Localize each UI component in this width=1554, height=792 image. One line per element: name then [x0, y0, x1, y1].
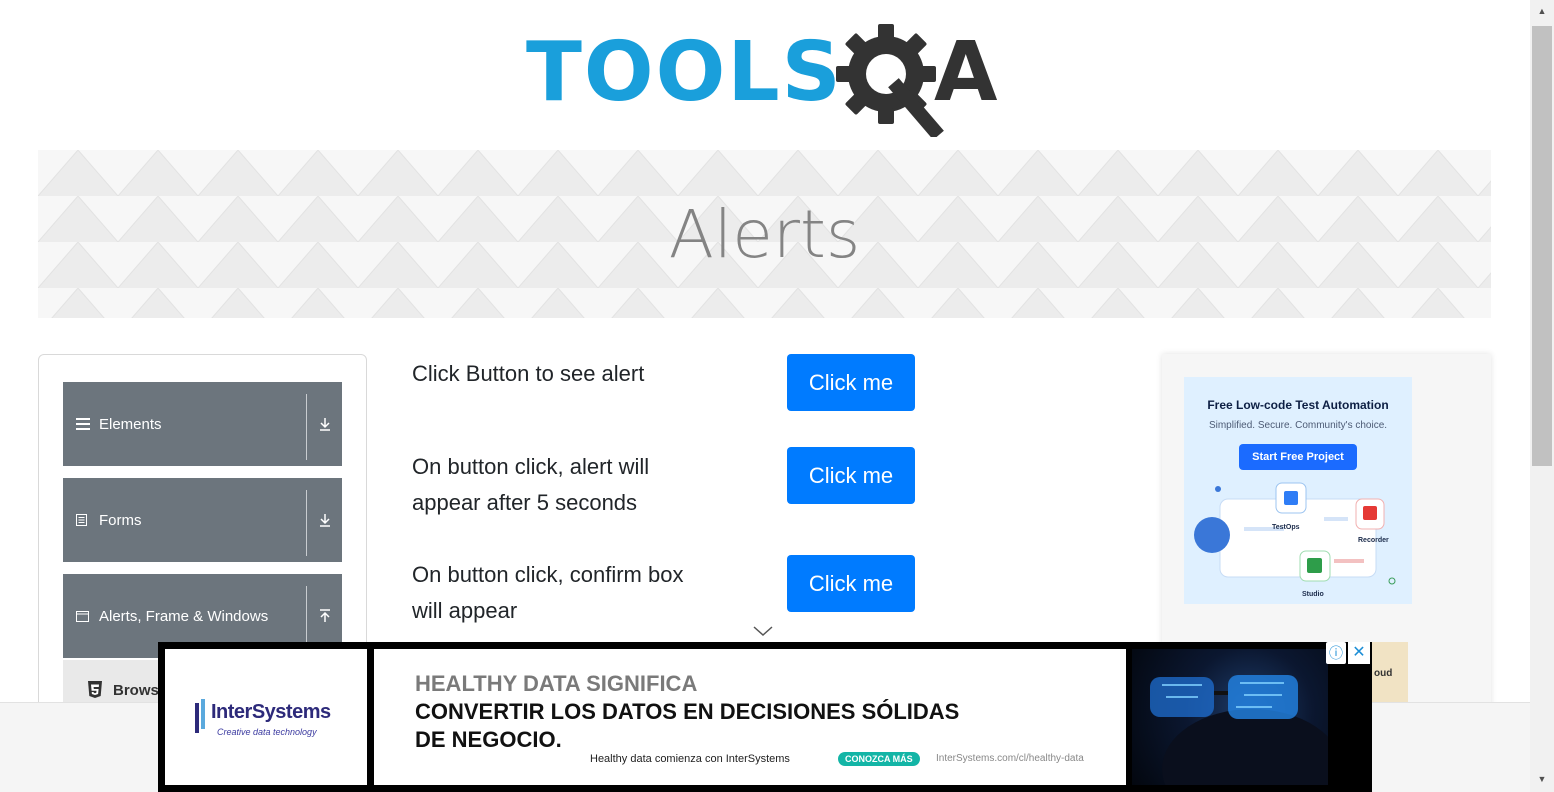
page-title: Alerts — [668, 196, 861, 273]
row-text-line: On button click, confirm box — [412, 562, 684, 587]
ad-partial-card[interactable]: oud — [1372, 642, 1408, 702]
ad-close-icon[interactable]: ✕ — [1348, 642, 1370, 664]
page: TOOLS A Alerts Elements Forms Alerts, Fr… — [0, 0, 1554, 792]
ad-headline-2: CONVERTIR LOS DATOS EN DECISIONES SÓLIDA… — [415, 699, 960, 724]
intersystems-logo-icon — [195, 699, 205, 733]
alert-description: Click Button to see alert — [412, 356, 644, 392]
confirm-description: On button click, confirm box will appear — [412, 557, 683, 629]
ad-cta-button[interactable]: CONOZCA MÁS — [838, 752, 920, 766]
ad-message[interactable]: HEALTHY DATA SIGNIFICA CONVERTIR LOS DAT… — [374, 649, 1126, 785]
ad-start-button[interactable]: Start Free Project — [1239, 444, 1357, 470]
ad-info-icon[interactable]: ⓘ — [1326, 642, 1346, 664]
scroll-down-arrow-icon[interactable]: ▼ — [1530, 770, 1554, 788]
logo-text: TOOLS — [526, 25, 843, 120]
row-text-line: will appear — [412, 598, 518, 623]
scroll-thumb[interactable] — [1532, 26, 1552, 466]
sidebar-group-elements[interactable]: Elements — [63, 382, 342, 466]
brand-name: InterSystems — [211, 701, 331, 723]
scrollbar[interactable]: ▲ ▼ — [1530, 0, 1554, 792]
ad-partial-label: oud — [1374, 668, 1393, 679]
ad-headline-3: DE NEGOCIO. — [415, 727, 562, 752]
page-banner: Alerts — [38, 150, 1491, 318]
scroll-up-arrow-icon[interactable]: ▲ — [1530, 2, 1554, 20]
divider — [306, 394, 307, 460]
ad-subtitle: Simplified. Secure. Community's choice. — [1208, 420, 1388, 431]
brand-tagline: Creative data technology — [217, 727, 317, 737]
chevron-down-icon[interactable] — [752, 624, 774, 638]
download-arrow-icon[interactable] — [316, 382, 334, 466]
ad-headline-1: HEALTHY DATA SIGNIFICA — [415, 671, 698, 696]
confirm-button[interactable]: Click me — [787, 555, 915, 612]
toolsqa-logo[interactable]: TOOLS A — [522, 22, 1012, 137]
timer-alert-button[interactable]: Click me — [787, 447, 915, 504]
ad-url[interactable]: InterSystems.com/cl/healthy-data — [936, 753, 1084, 764]
ad-footer: Healthy data comienza con InterSystems — [590, 753, 790, 765]
timer-alert-description: On button click, alert will appear after… — [412, 449, 649, 521]
download-arrow-icon[interactable] — [316, 478, 334, 562]
window-icon — [76, 610, 92, 622]
sidebar-item-label: Brows — [113, 681, 159, 699]
ad-card[interactable]: Free Low-code Test Automation Simplified… — [1184, 377, 1412, 604]
bottom-advertisement[interactable]: InterSystems Creative data technology HE… — [158, 642, 1372, 792]
glasses-image — [1150, 675, 1328, 785]
logo-suffix: A — [934, 25, 998, 120]
menu-icon — [76, 418, 92, 430]
ad-label-testops: TestOps — [1272, 524, 1300, 531]
intersystems-logo[interactable]: InterSystems Creative data technology — [165, 649, 367, 785]
divider — [306, 490, 307, 556]
row-text-line: On button click, alert will — [412, 454, 650, 479]
row-text: Click Button to see alert — [412, 361, 645, 386]
ad-label-recorder: Recorder — [1358, 537, 1389, 544]
row-text-line: appear after 5 seconds — [412, 490, 638, 515]
ad-photo — [1132, 649, 1328, 785]
alert-button[interactable]: Click me — [787, 354, 915, 411]
ad-title: Free Low-code Test Automation — [1207, 398, 1389, 412]
gear-q-icon — [836, 24, 944, 137]
ad-label-studio: Studio — [1302, 591, 1324, 598]
html5-icon — [88, 681, 102, 698]
sidebar-group-forms[interactable]: Forms — [63, 478, 342, 562]
document-icon — [76, 514, 92, 526]
